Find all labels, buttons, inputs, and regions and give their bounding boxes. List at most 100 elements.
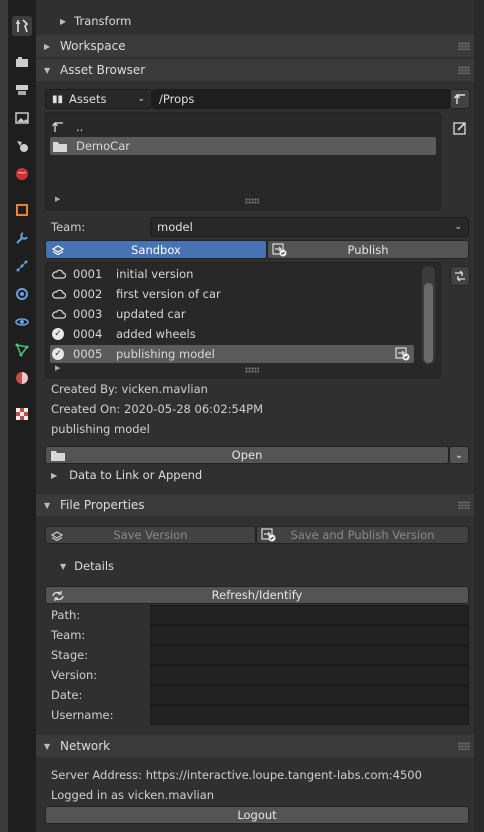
- version-description: updated car: [116, 307, 186, 321]
- network-panel-header[interactable]: ▼ Network: [36, 735, 474, 757]
- save-publish-version-button[interactable]: Save and Publish Version: [256, 526, 469, 544]
- particles-tab-icon[interactable]: [12, 256, 32, 276]
- file-properties-panel-header[interactable]: ▼ File Properties: [36, 494, 474, 516]
- stage-value-field: [150, 645, 469, 665]
- version-field-label: Version:: [51, 668, 98, 682]
- drag-grip-icon[interactable]: [458, 501, 470, 509]
- collapse-triangle-icon: ▼: [44, 500, 51, 510]
- folder-row-democar[interactable]: DemoCar: [50, 137, 436, 155]
- publish-label: Publish: [347, 242, 389, 257]
- chevron-down-icon: ⌄: [454, 222, 462, 232]
- physics-tab-icon[interactable]: [12, 284, 32, 304]
- data-link-label: Data to Link or Append: [69, 468, 203, 482]
- texture-tab-icon[interactable]: [12, 404, 32, 424]
- version-number: 0001: [73, 267, 103, 281]
- version-number: 0003: [73, 307, 103, 321]
- sandbox-tab[interactable]: Sandbox: [45, 240, 267, 259]
- created-by-text: Created By: vicken.mavlian: [51, 382, 208, 396]
- list-expand-triangle-icon[interactable]: ▶: [55, 195, 60, 203]
- expand-triangle-icon: ▶: [60, 16, 67, 26]
- cloud-icon: [52, 269, 66, 279]
- list-resize-grip-icon[interactable]: [245, 198, 259, 204]
- swap-arrow-icon: [455, 270, 465, 282]
- username-value-field: [150, 705, 469, 725]
- drag-grip-icon[interactable]: [458, 742, 470, 750]
- workspace-label: Workspace: [60, 39, 126, 53]
- expand-triangle-icon: ▶: [51, 470, 58, 480]
- save-version-button[interactable]: Save Version: [45, 526, 256, 544]
- workspace-panel-header[interactable]: ▶ Workspace: [36, 35, 474, 57]
- publish-icon: [272, 243, 287, 257]
- view-layer-tab-icon[interactable]: [12, 108, 32, 128]
- path-field-label: Path:: [51, 608, 81, 622]
- network-label: Network: [60, 739, 111, 753]
- version-row-selected[interactable]: ✓ 0005 publishing model: [50, 345, 414, 363]
- check-circle-icon: ✓: [52, 348, 64, 360]
- list-resize-grip-icon[interactable]: [245, 367, 259, 373]
- version-row[interactable]: 0001 initial version: [52, 265, 412, 283]
- details-label: Details: [74, 559, 115, 573]
- asset-browser-panel-header[interactable]: ▼ Asset Browser: [36, 59, 474, 81]
- edit-asset-button[interactable]: [450, 118, 470, 138]
- path-field[interactable]: /Props: [152, 89, 450, 109]
- version-row[interactable]: 0003 updated car: [52, 305, 412, 323]
- path-value-field: [150, 605, 469, 625]
- drag-grip-icon[interactable]: [458, 66, 470, 74]
- team-selected: model: [157, 220, 193, 234]
- parent-directory-row[interactable]: ..: [52, 118, 436, 136]
- folder-icon: [53, 141, 67, 152]
- object-tab-icon[interactable]: [12, 200, 32, 220]
- layers-icon: [51, 531, 63, 541]
- data-link-subpanel-header[interactable]: ▶ Data to Link or Append: [51, 468, 202, 482]
- version-row[interactable]: 0002 first version of car: [52, 285, 412, 303]
- transform-subpanel-header[interactable]: ▶ Transform: [60, 14, 131, 28]
- drag-grip-icon[interactable]: [458, 42, 470, 50]
- parent-arrow-icon: [52, 121, 63, 132]
- open-options-button[interactable]: ⌄: [449, 446, 469, 464]
- refresh-identify-button[interactable]: Refresh/Identify: [45, 586, 469, 604]
- constraints-tab-icon[interactable]: [12, 312, 32, 332]
- team-dropdown[interactable]: model ⌄: [150, 217, 469, 237]
- parent-directory-label: ..: [76, 120, 84, 134]
- save-version-label: Save Version: [113, 528, 188, 542]
- team-value-field: [150, 625, 469, 645]
- open-label: Open: [231, 448, 263, 462]
- world-tab-icon[interactable]: [12, 164, 32, 184]
- cloud-icon: [52, 289, 66, 299]
- version-list-scroll-thumb[interactable]: [424, 283, 433, 363]
- expand-triangle-icon: ▶: [44, 41, 51, 51]
- list-expand-triangle-icon[interactable]: ▶: [55, 364, 60, 372]
- version-value-field: [150, 665, 469, 685]
- team-label: Team:: [51, 220, 86, 234]
- collapse-triangle-icon: ▼: [44, 741, 51, 751]
- tool-tab-icon[interactable]: [12, 16, 32, 36]
- logged-in-text: Logged in as vicken.mavlian: [51, 788, 215, 802]
- parent-arrow-icon: [454, 93, 465, 104]
- details-subpanel-header[interactable]: ▼ Details: [60, 559, 114, 573]
- library-dropdown[interactable]: ▮▮ Assets ⌄: [45, 89, 152, 109]
- output-tab-icon[interactable]: [12, 80, 32, 100]
- version-row[interactable]: ✓ 0004 added wheels: [52, 325, 412, 343]
- version-number: 0005: [73, 347, 103, 361]
- team-field-label: Team:: [51, 628, 86, 642]
- publish-icon: [261, 528, 276, 542]
- server-address-text: Server Address: https://interactive.loup…: [51, 768, 422, 782]
- version-action-button[interactable]: [450, 266, 470, 286]
- asset-browser-label: Asset Browser: [60, 63, 146, 77]
- open-button[interactable]: Open: [45, 446, 449, 464]
- modifier-tab-icon[interactable]: [12, 228, 32, 248]
- refresh-icon: [52, 591, 64, 601]
- panel-scroll-gutter: [474, 0, 484, 832]
- publish-tab[interactable]: Publish: [267, 240, 469, 259]
- data-tab-icon[interactable]: [12, 340, 32, 360]
- collapse-triangle-icon: ▼: [60, 561, 67, 571]
- scene-tab-icon[interactable]: [12, 136, 32, 156]
- material-tab-icon[interactable]: [12, 368, 32, 388]
- edit-icon: [453, 122, 466, 135]
- stage-field-label: Stage:: [51, 648, 89, 662]
- render-tab-icon[interactable]: [12, 52, 32, 72]
- folder-icon: [51, 451, 65, 461]
- parent-directory-button[interactable]: [450, 89, 470, 109]
- logout-button[interactable]: Logout: [45, 806, 469, 824]
- transform-label: Transform: [74, 14, 132, 28]
